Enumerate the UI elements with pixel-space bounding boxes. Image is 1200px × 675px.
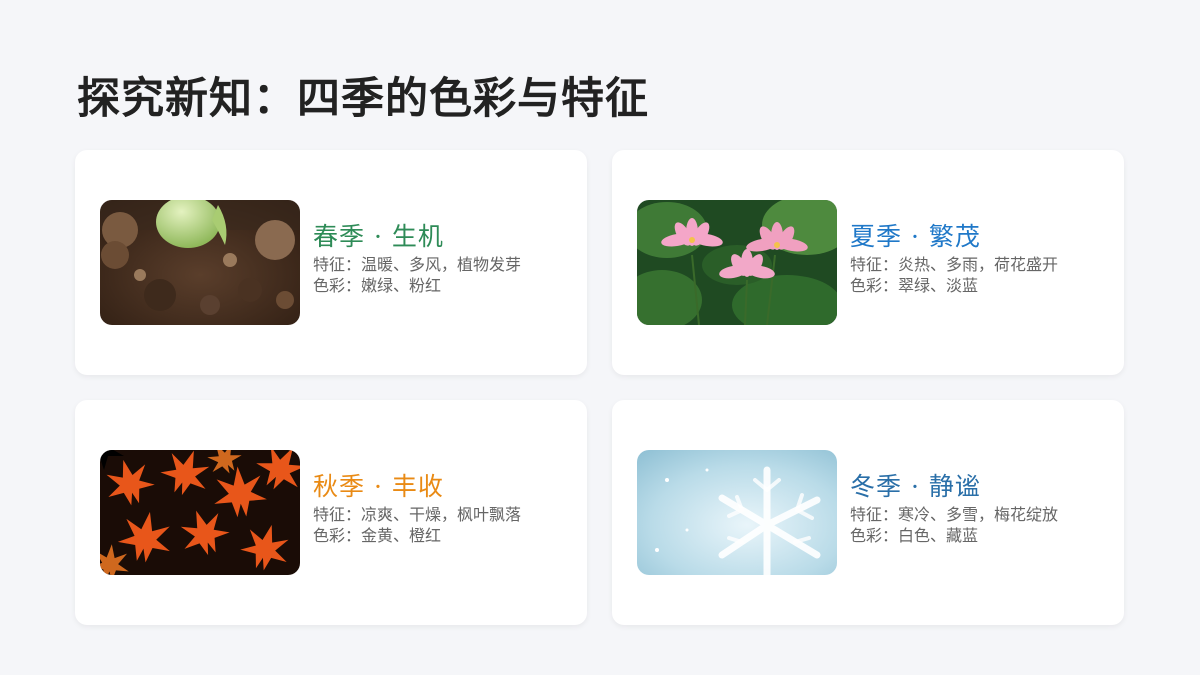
season-card-winter: 冬季 · 静谧 特征：寒冷、多雪，梅花绽放 色彩：白色、藏蓝 <box>612 400 1124 625</box>
season-card-summer: 夏季 · 繁茂 特征：炎热、多雨，荷花盛开 色彩：翠绿、淡蓝 <box>612 150 1124 375</box>
spring-traits: 特征：温暖、多风，植物发芽 <box>313 255 522 274</box>
summer-colors: 色彩：翠绿、淡蓝 <box>850 276 979 295</box>
page-title: 探究新知：四季的色彩与特征 <box>77 74 649 124</box>
winter-colors: 色彩：白色、藏蓝 <box>850 526 979 545</box>
spring-colors: 色彩：嫩绿、粉红 <box>313 276 442 295</box>
spring-image <box>100 200 300 325</box>
summer-season-title: 夏季 · 繁茂 <box>850 222 981 251</box>
winter-season-title: 冬季 · 静谧 <box>850 472 981 501</box>
winter-traits: 特征：寒冷、多雪，梅花绽放 <box>850 505 1059 524</box>
winter-image <box>637 450 837 575</box>
autumn-season-title: 秋季 · 丰收 <box>313 472 444 501</box>
autumn-traits: 特征：凉爽、干燥，枫叶飘落 <box>313 505 522 524</box>
autumn-colors: 色彩：金黄、橙红 <box>313 526 442 545</box>
autumn-image <box>100 450 300 575</box>
spring-season-title: 春季 · 生机 <box>313 222 444 251</box>
summer-image <box>637 200 837 325</box>
summer-traits: 特征：炎热、多雨，荷花盛开 <box>850 255 1059 274</box>
season-card-autumn: 秋季 · 丰收 特征：凉爽、干燥，枫叶飘落 色彩：金黄、橙红 <box>75 400 587 625</box>
season-card-spring: 春季 · 生机 特征：温暖、多风，植物发芽 色彩：嫩绿、粉红 <box>75 150 587 375</box>
